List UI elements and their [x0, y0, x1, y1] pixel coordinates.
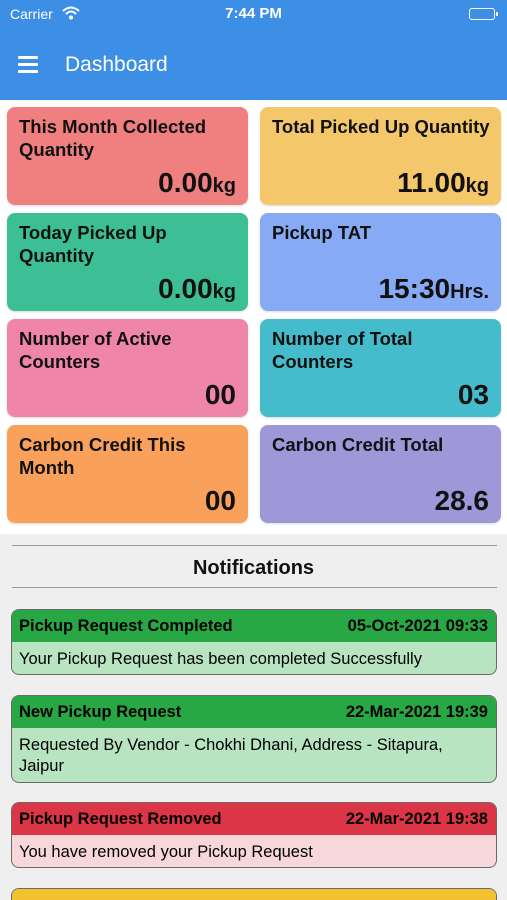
tile-total-picked[interactable]: Total Picked Up Quantity 11.00kg [260, 107, 501, 205]
tile-value: 00 [205, 379, 236, 411]
tile-value: 03 [458, 379, 489, 411]
tile-label: Number of Total Counters [272, 328, 413, 372]
notification-card[interactable]: New Pickup Request 22-Mar-2021 19:39 Req… [11, 695, 497, 783]
notification-title: Pickup Request Removed [19, 810, 222, 828]
tile-today-picked[interactable]: Today Picked Up Quantity 0.00kg [7, 213, 248, 311]
notification-header: Pickup Request Completed 05-Oct-2021 09:… [12, 610, 496, 642]
notification-datetime: 05-Oct-2021 09:33 [347, 617, 488, 635]
tile-unit: kg [212, 175, 236, 197]
notification-card[interactable]: Pickup Request Completed 05-Oct-2021 09:… [11, 609, 497, 675]
divider [12, 545, 497, 546]
tile-label: Pickup TAT [272, 222, 372, 243]
battery-icon [469, 8, 498, 20]
notification-datetime: 22-Mar-2021 19:39 [345, 703, 488, 721]
tile-number: 0.00 [158, 273, 213, 304]
notification-card[interactable]: Pickup Request Removed 22-Mar-2021 19:38… [11, 802, 497, 868]
tile-label: Total Picked Up Quantity [272, 116, 490, 137]
notification-message: Requested By Vendor - Chokhi Dhani, Addr… [19, 736, 443, 775]
menu-icon[interactable] [18, 55, 40, 73]
tile-value: 28.6 [435, 485, 490, 517]
tile-pickup-tat[interactable]: Pickup TAT 15:30Hrs. [260, 213, 501, 311]
tile-value: 0.00kg [158, 167, 236, 199]
tile-number: 28.6 [434, 485, 490, 516]
tile-label: Today Picked Up Quantity [19, 222, 167, 266]
tile-label: Number of Active Counters [19, 328, 172, 372]
notification-datetime: 22-Mar-2021 19:38 [345, 810, 488, 828]
app-bar: Dashboard [0, 30, 507, 100]
tile-label: Carbon Credit This Month [19, 434, 186, 478]
tile-carbon-total[interactable]: Carbon Credit Total 28.6 [260, 425, 501, 523]
tile-unit: kg [212, 281, 236, 303]
tile-number: 00 [204, 379, 236, 410]
tile-value: 00 [205, 485, 236, 517]
tile-active-counters[interactable]: Number of Active Counters 00 [7, 319, 248, 417]
notification-header: New Pickup Request 22-Mar-2021 19:39 [12, 696, 496, 728]
tile-total-counters[interactable]: Number of Total Counters 03 [260, 319, 501, 417]
notification-header: Pickup Request Removed 22-Mar-2021 19:38 [12, 803, 496, 835]
page-title: Dashboard [65, 53, 168, 76]
divider [12, 587, 497, 588]
notification-message: You have removed your Pickup Request [19, 843, 313, 861]
tile-number: 00 [204, 485, 236, 516]
tile-unit: kg [465, 175, 489, 197]
tile-value: 15:30Hrs. [378, 273, 489, 305]
notification-title: Pickup Request Completed [19, 617, 233, 635]
notification-title: New Pickup Request [19, 703, 182, 721]
notifications-heading: Notifications [192, 557, 315, 579]
tile-number: 15:30 [378, 273, 451, 304]
tile-value: 11.00kg [397, 167, 489, 199]
tile-carbon-month[interactable]: Carbon Credit This Month 00 [7, 425, 248, 523]
tile-number: 0.00 [158, 167, 213, 198]
notification-message: Your Pickup Request has been completed S… [19, 650, 422, 668]
notification-card[interactable] [11, 888, 497, 900]
tile-value: 0.00kg [158, 273, 236, 305]
tile-month-collected[interactable]: This Month Collected Quantity 0.00kg [7, 107, 248, 205]
notification-header [12, 889, 496, 900]
status-time: 7:44 PM [225, 5, 282, 22]
status-bar: Carrier 7:44 PM [0, 0, 507, 30]
tile-unit: Hrs. [450, 281, 489, 303]
tile-label: This Month Collected Quantity [19, 116, 207, 160]
tile-number: 03 [457, 379, 489, 410]
tile-number: 11.00 [397, 167, 466, 198]
tile-label: Carbon Credit Total [272, 434, 444, 455]
